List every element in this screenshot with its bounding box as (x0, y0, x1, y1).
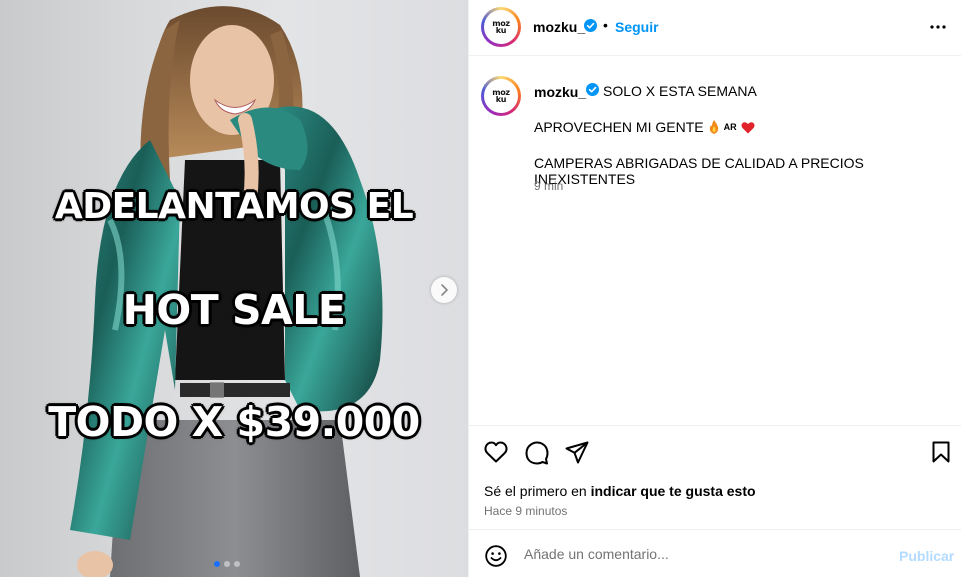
overlay-text-line-2: HOT SALE (122, 286, 346, 334)
share-paper-plane-icon[interactable] (565, 441, 589, 464)
comment-bubble-icon[interactable] (525, 441, 549, 465)
caption-line-1: SOLO X ESTA SEMANA (603, 83, 757, 99)
follow-button[interactable]: Seguir (615, 19, 659, 35)
caption-avatar[interactable]: moz ku (481, 76, 521, 116)
post-media[interactable]: ADELANTAMOS EL HOT SALE TODO X $39.000 (0, 0, 468, 577)
caption-line-2-text: APROVECHEN MI GENTE (534, 119, 704, 135)
post-header: moz ku mozku_ • Seguir (469, 0, 961, 56)
first-like-link[interactable]: indicar que te gusta esto (591, 483, 756, 499)
more-options-icon[interactable] (929, 18, 947, 36)
post-time-ago[interactable]: Hace 9 minutos (484, 504, 567, 518)
post-sidebar: moz ku mozku_ • Seguir moz ku mozku_ SOL… (468, 0, 961, 577)
verified-badge-icon (586, 83, 599, 96)
carousel-dot (224, 561, 230, 567)
verified-badge-icon (584, 19, 597, 32)
brand-logo: moz ku (492, 88, 510, 104)
carousel-dot-active (214, 561, 220, 567)
header-username-link[interactable]: mozku_ (533, 19, 585, 35)
caption-line-3: CAMPERAS ABRIGADAS DE CALIDAD A PRECIOS … (534, 155, 864, 187)
carousel-next-button[interactable] (431, 277, 457, 303)
caption-line-2: APROVECHEN MI GENTE AR (534, 119, 755, 135)
save-bookmark-icon[interactable] (932, 441, 950, 463)
carousel-indicator (214, 561, 240, 567)
comment-bar: Publicar (469, 529, 961, 577)
likes-summary: Sé el primero en indicar que te gusta es… (484, 483, 756, 499)
separator-dot: • (603, 17, 608, 33)
emoji-smiley-icon[interactable] (485, 545, 507, 567)
chevron-right-icon (441, 284, 448, 296)
like-heart-icon[interactable] (484, 441, 508, 463)
action-bar: Sé el primero en indicar que te gusta es… (469, 425, 961, 529)
publish-button[interactable]: Publicar (899, 548, 954, 564)
avatar[interactable]: moz ku (481, 7, 521, 47)
overlay-text-line-1: ADELANTAMOS EL (54, 186, 414, 227)
brand-logo: moz ku (492, 19, 510, 35)
caption-timestamp[interactable]: 9 min (534, 179, 563, 193)
carousel-dot (234, 561, 240, 567)
likes-prefix: Sé el primero en (484, 483, 591, 499)
comment-input[interactable] (524, 544, 884, 564)
country-flag-label: AR (723, 122, 737, 132)
overlay-text-line-3: TODO X $39.000 (48, 398, 420, 446)
caption-username-link[interactable]: mozku_ (534, 84, 586, 100)
heart-emoji-icon (741, 121, 755, 133)
fire-icon (709, 120, 718, 134)
